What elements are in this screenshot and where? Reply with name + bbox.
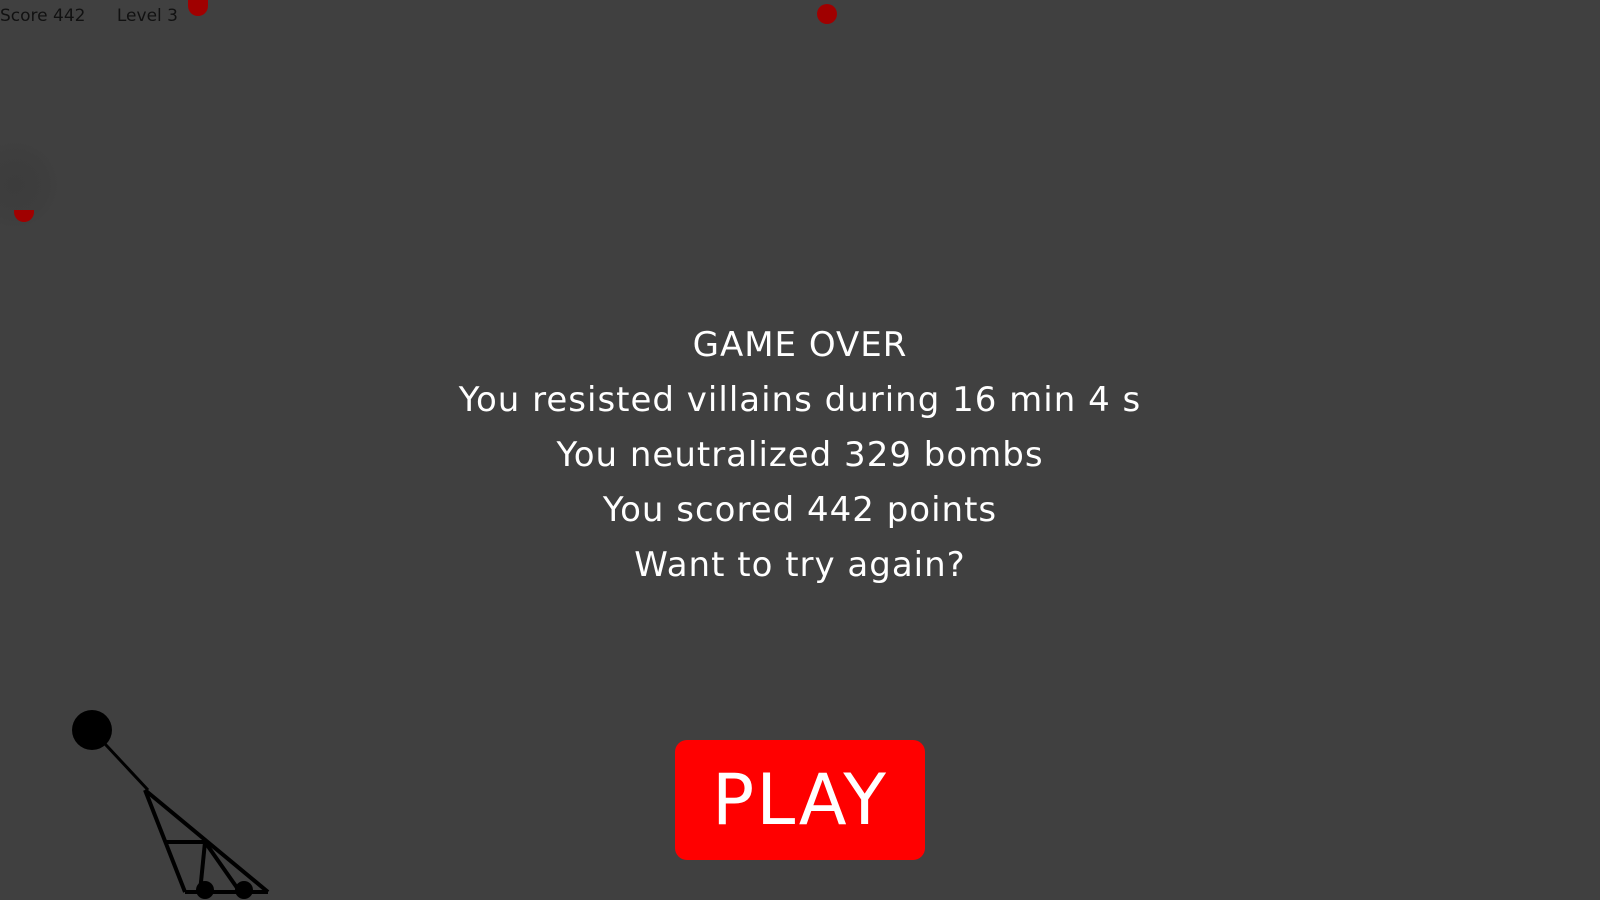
- catapult-wheel: [235, 881, 253, 899]
- game-over-title: GAME OVER: [692, 325, 908, 365]
- score-display: Score 442: [0, 6, 86, 26]
- bomb: [188, 0, 208, 16]
- final-score-text: You scored 442 points: [602, 490, 998, 530]
- catapult-arm: [72, 710, 150, 792]
- level-display: Level 3: [116, 6, 178, 26]
- play-button[interactable]: PLAY: [675, 740, 925, 860]
- bomb: [817, 4, 837, 24]
- survival-time-text: You resisted villains during 16 min 4 s: [458, 380, 1142, 420]
- catapult-wheel: [196, 881, 214, 899]
- hud: Score 442 Level 3: [0, 6, 178, 26]
- retry-prompt: Want to try again?: [634, 545, 966, 585]
- bombs-neutralized-text: You neutralized 329 bombs: [556, 435, 1044, 475]
- game-over-panel: GAME OVER You resisted villains during 1…: [0, 318, 1600, 593]
- catapult-projectile: [72, 710, 112, 750]
- catapult-frame: [143, 788, 270, 894]
- game-stage: Score 442 Level 3 GAME OVER You resisted…: [0, 0, 1600, 900]
